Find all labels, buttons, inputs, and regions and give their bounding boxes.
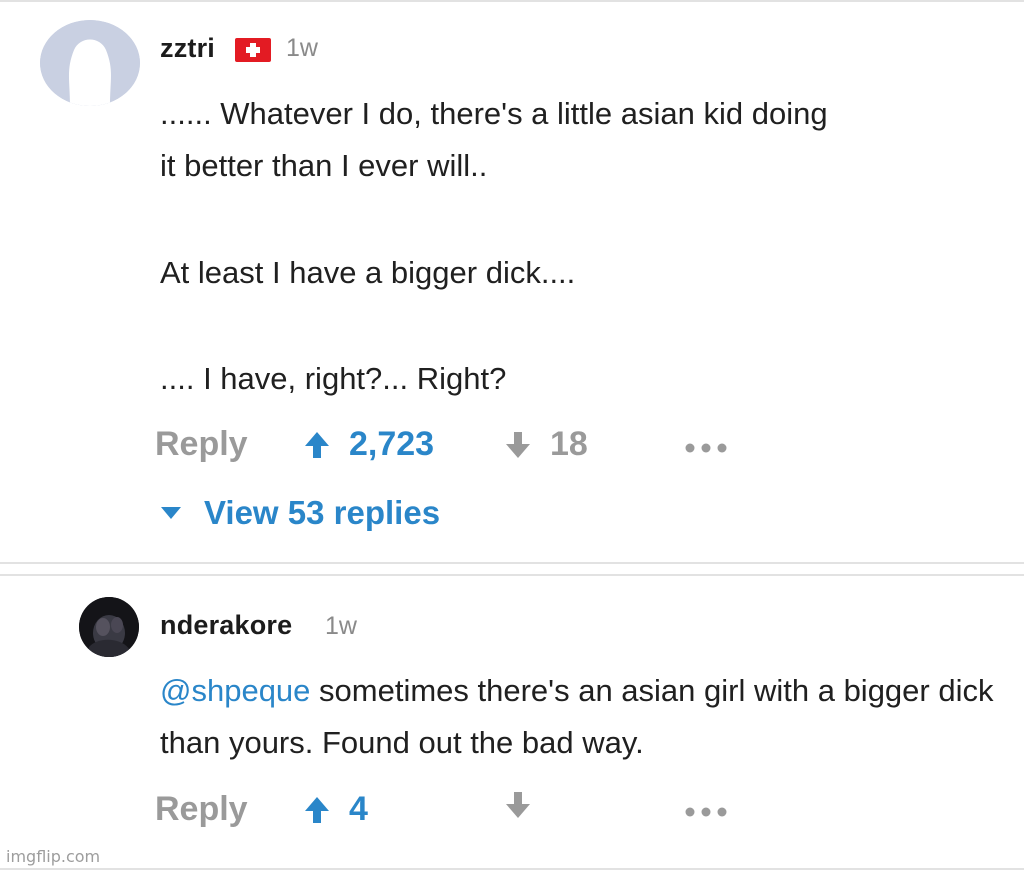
avatar-silhouette — [40, 20, 140, 106]
comment-text-line: it better than I ever will.. — [160, 148, 488, 183]
username[interactable]: nderakore — [160, 610, 292, 641]
upvote-count: 4 — [349, 790, 368, 828]
timestamp: 1w — [286, 34, 318, 62]
user-avatar[interactable] — [79, 597, 139, 657]
comment-divider — [0, 562, 1024, 564]
upvote-count: 2,723 — [349, 425, 435, 463]
caret-down-icon — [161, 507, 181, 519]
comment-text-line: At least I have a bigger dick.... — [160, 255, 576, 290]
user-mention[interactable]: @shpeque — [160, 673, 310, 708]
comment-text-line: .... I have, right?... Right? — [160, 361, 507, 396]
arrow-up-icon — [305, 431, 329, 458]
more-dots-icon[interactable] — [684, 442, 728, 454]
view-replies-label: View 53 replies — [204, 494, 441, 531]
swiss-flag-icon — [235, 38, 271, 62]
arrow-up-icon — [305, 796, 329, 823]
upvote-button[interactable]: 2,723 — [303, 425, 434, 464]
comment-1: zztri 1w ...... Whatever I do, there's a… — [0, 0, 1024, 563]
downvote-button[interactable] — [504, 790, 550, 820]
arrow-down-icon — [506, 431, 530, 458]
comment-text-line: ...... Whatever I do, there's a little a… — [160, 96, 828, 131]
arrow-down-icon — [506, 792, 530, 818]
more-dots-icon[interactable] — [684, 806, 728, 818]
timestamp: 1w — [325, 612, 357, 640]
comment-divider — [0, 574, 1024, 576]
reply-button[interactable]: Reply — [155, 425, 248, 464]
downvote-button[interactable]: 18 — [504, 425, 588, 464]
watermark: imgflip.com — [6, 847, 101, 866]
reply-button[interactable]: Reply — [155, 790, 248, 829]
upvote-button[interactable]: 4 — [303, 790, 368, 829]
default-avatar-icon[interactable] — [40, 20, 140, 106]
bottom-divider — [0, 868, 1024, 870]
downvote-count: 18 — [550, 425, 588, 463]
comment-text: @shpeque sometimes there's an asian girl… — [160, 665, 1000, 769]
avatar-photo — [79, 597, 139, 657]
view-replies-button[interactable]: View 53 replies — [160, 494, 440, 532]
username[interactable]: zztri — [160, 33, 215, 64]
